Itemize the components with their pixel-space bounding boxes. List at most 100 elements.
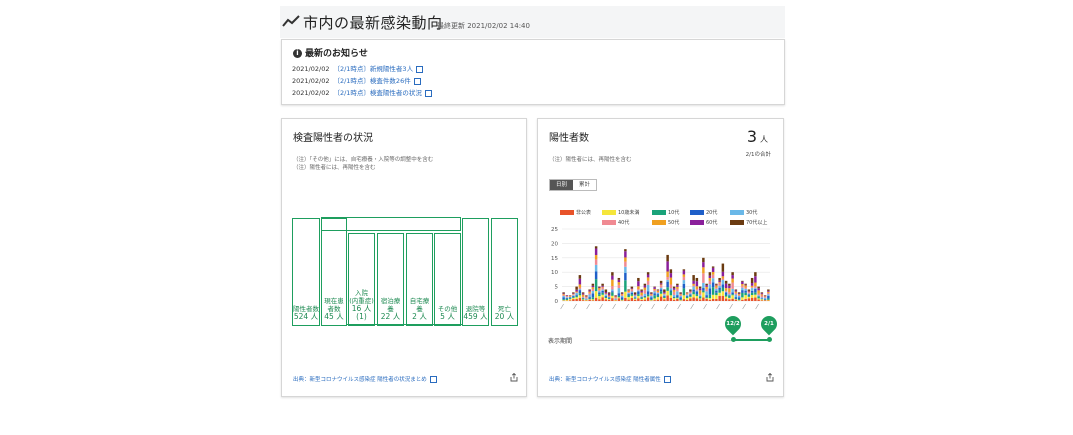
chart-bar-segment bbox=[572, 299, 575, 301]
toggle-cumulative[interactable]: 累計 bbox=[573, 180, 597, 190]
chart-bar-segment bbox=[646, 274, 650, 278]
chart-bar-segment bbox=[705, 288, 708, 292]
flow-label: 自宅療養 bbox=[409, 297, 430, 313]
chart-bar-segment bbox=[572, 297, 575, 300]
chart-bar-segment bbox=[659, 287, 663, 290]
chart-bar-segment bbox=[663, 292, 666, 294]
chart-bar-segment bbox=[679, 293, 682, 295]
chart-bar-segment bbox=[685, 292, 689, 293]
x-tick-mark bbox=[586, 303, 590, 310]
chart-bar-segment bbox=[682, 295, 686, 300]
news-card: i 最新のお知らせ 2021/02/02 〔2/1時点〕新規陽性者3人 2021/0… bbox=[281, 39, 785, 105]
period-slider-end-handle[interactable] bbox=[767, 337, 772, 342]
news-item[interactable]: 2021/02/02 〔2/1時点〕新規陽性者3人 bbox=[292, 63, 424, 73]
chart-bar-segment bbox=[594, 248, 598, 256]
news-link[interactable]: 〔2/1時点〕検査件数26件 bbox=[333, 77, 410, 85]
chart-bar-segment bbox=[711, 267, 715, 272]
status-source-link[interactable]: 出典：新型コロナウイルス感染症 陽性者の状況まとめ bbox=[293, 375, 437, 383]
chart-bar-segment bbox=[757, 296, 760, 299]
chart-bar-segment bbox=[643, 285, 647, 288]
chart-bar-segment bbox=[767, 292, 770, 295]
chart-bar-segment bbox=[679, 300, 682, 301]
chart-bar-segment bbox=[637, 295, 640, 299]
chart-bar-segment bbox=[669, 277, 673, 285]
chart-bar-segment bbox=[588, 299, 591, 301]
chart-bar-segment bbox=[591, 299, 595, 301]
chart-bar-segment bbox=[728, 295, 731, 298]
chart-bar-segment bbox=[676, 298, 679, 301]
chart-bar-segment bbox=[578, 290, 582, 294]
chart-bar-segment bbox=[646, 291, 650, 295]
chart-bar-segment bbox=[692, 291, 695, 295]
chart-bar-segment bbox=[562, 297, 565, 300]
chart-bar-segment bbox=[711, 287, 715, 295]
chart-bar-segment bbox=[731, 294, 734, 296]
chart-bar-segment bbox=[572, 293, 575, 294]
chart-bar-segment bbox=[718, 283, 721, 286]
chart-bar-segment bbox=[598, 287, 601, 289]
chart-bar-segment bbox=[741, 292, 744, 298]
legend-item[interactable]: 10歳未満 bbox=[602, 209, 639, 216]
status-card: 検査陽性者の状況 （注）「その他」には、自宅療養・入院等の調整中を含む （注）陽… bbox=[281, 118, 527, 397]
news-date: 2021/02/02 bbox=[292, 77, 330, 85]
chart-bar-segment bbox=[637, 298, 640, 301]
chart-bar-segment bbox=[724, 290, 728, 292]
flow-value: 5 人 bbox=[440, 312, 455, 321]
chart-bar-segment bbox=[630, 297, 634, 301]
y-tick-label: 20 bbox=[551, 241, 558, 247]
toggle-daily[interactable]: 日別 bbox=[550, 180, 574, 190]
chart-bar-segment bbox=[666, 290, 669, 296]
chart-bar-segment bbox=[669, 291, 673, 296]
chart-bar-segment bbox=[627, 297, 630, 300]
chart-bar-segment bbox=[598, 286, 601, 288]
share-icon[interactable] bbox=[766, 373, 774, 382]
legend-item[interactable]: 30代 bbox=[730, 209, 757, 216]
chart-bar-segment bbox=[734, 294, 738, 298]
chart-bar-segment bbox=[757, 299, 760, 301]
positives-title: 陽性者数 bbox=[549, 133, 589, 144]
chart-bar-segment bbox=[760, 298, 764, 299]
legend-item[interactable]: 10代 bbox=[652, 209, 679, 216]
chart-bar-segment bbox=[692, 286, 695, 290]
chart-bar-segment bbox=[754, 276, 757, 283]
chart-bar-segment bbox=[757, 293, 760, 296]
chart-bar-segment bbox=[633, 295, 637, 296]
chart-bar-segment bbox=[728, 297, 731, 300]
legend-item[interactable]: 非公表 bbox=[560, 209, 591, 216]
legend-label: 10歳未満 bbox=[618, 210, 640, 216]
chart-bar-segment bbox=[611, 289, 614, 292]
chart-bar-segment bbox=[601, 294, 604, 298]
chart-bar-segment bbox=[591, 293, 595, 298]
chart-bar-segment bbox=[617, 282, 621, 285]
chart-bar-segment bbox=[591, 287, 595, 289]
chart-bar-segment bbox=[689, 298, 692, 301]
chart-bar-segment bbox=[754, 287, 757, 289]
chart-bar-segment bbox=[630, 289, 634, 290]
chart-bar-segment bbox=[711, 271, 715, 275]
positives-card: 陽性者数 3人 2/1の合計 （注）陽性者には、再陽性を含む 日別 累計 非公表… bbox=[537, 118, 784, 397]
legend-item[interactable]: 20代 bbox=[690, 209, 717, 216]
x-tick-mark bbox=[599, 303, 603, 310]
chart-bar-segment bbox=[718, 292, 721, 296]
news-item[interactable]: 2021/02/02 〔2/1時点〕検査陽性者の状況 bbox=[292, 87, 432, 97]
y-tick-label: 15 bbox=[551, 256, 558, 262]
chart-bar-segment bbox=[676, 291, 679, 296]
chart-bar-segment bbox=[598, 294, 601, 297]
chart-bar-segment bbox=[611, 275, 614, 280]
positives-source-link[interactable]: 出典：新型コロナウイルス感染症 陽性者属性 bbox=[549, 375, 671, 383]
chart-bar-segment bbox=[656, 289, 660, 291]
chart-bar-segment bbox=[721, 263, 725, 272]
period-slider-start-handle[interactable] bbox=[731, 337, 736, 342]
chart-bar-segment bbox=[711, 274, 715, 279]
chart-bar-segment bbox=[614, 297, 617, 299]
news-link[interactable]: 〔2/1時点〕検査陽性者の状況 bbox=[333, 89, 421, 97]
chart-bar-segment bbox=[617, 279, 621, 283]
chart-bar-segment bbox=[747, 289, 751, 291]
chart-bar-segment bbox=[685, 295, 689, 297]
news-link[interactable]: 〔2/1時点〕新規陽性者3人 bbox=[333, 65, 413, 73]
chart-bar-segment bbox=[757, 298, 760, 300]
positives-as-of: 2/1の合計 bbox=[745, 152, 771, 158]
chart-bar-segment bbox=[620, 294, 624, 296]
news-item[interactable]: 2021/02/02 〔2/1時点〕検査件数26件 bbox=[292, 75, 421, 85]
share-icon[interactable] bbox=[510, 373, 518, 382]
